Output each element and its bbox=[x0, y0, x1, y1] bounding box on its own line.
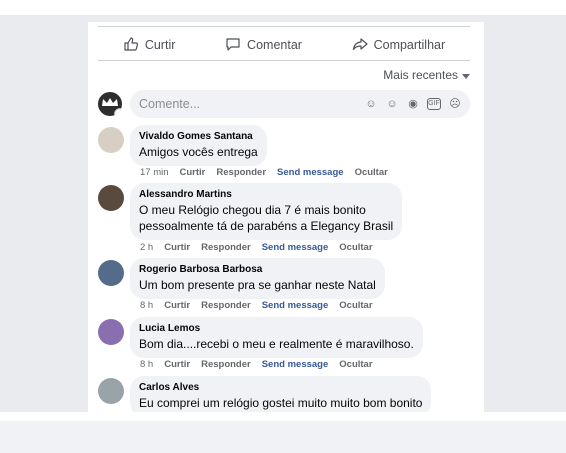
comment-time[interactable]: 8 h bbox=[140, 359, 153, 370]
sticker-icon[interactable]: ☹ bbox=[448, 97, 462, 111]
thumbs-up-icon bbox=[123, 36, 139, 55]
like-button[interactable]: Curtir bbox=[123, 36, 176, 55]
commenter-name[interactable]: Alessandro Martins bbox=[139, 188, 393, 202]
avatar[interactable] bbox=[98, 185, 124, 211]
comment-reply-link[interactable]: Responder bbox=[216, 167, 266, 178]
comment-item: Carlos Alves Eu comprei um relógio goste… bbox=[98, 376, 470, 412]
share-label: Compartilhar bbox=[373, 38, 446, 52]
comment-bubble: Alessandro Martins O meu Relógio chegou … bbox=[130, 183, 403, 240]
current-user-avatar[interactable] bbox=[98, 92, 122, 116]
sort-dropdown[interactable]: Mais recentes bbox=[383, 68, 470, 82]
avatar-sticker-icon[interactable]: ☺ bbox=[364, 97, 378, 111]
comment-meta: 17 min Curtir Responder Send message Ocu… bbox=[140, 167, 388, 178]
comment-like-link[interactable]: Curtir bbox=[164, 300, 190, 311]
hide-comment-link[interactable]: Ocultar bbox=[339, 242, 372, 253]
comment-meta: 8 h Curtir Responder Send message Oculta… bbox=[140, 300, 373, 311]
send-message-link[interactable]: Send message bbox=[262, 300, 329, 311]
comment-time[interactable]: 2 h bbox=[140, 242, 153, 253]
comment-placeholder: Comente... bbox=[139, 97, 201, 111]
share-button[interactable]: Compartilhar bbox=[352, 36, 446, 55]
avatar-badge bbox=[114, 108, 122, 116]
comment-text: pessoalmente tá de parabéns a Elegancy B… bbox=[139, 219, 394, 233]
avatar[interactable] bbox=[98, 127, 124, 153]
comment-text: Eu comprei um relógio gostei muito muito… bbox=[139, 396, 423, 410]
comment-bubble: Rogerio Barbosa Barbosa Um bom presente … bbox=[130, 258, 385, 299]
sort-label: Mais recentes bbox=[383, 68, 458, 82]
emoji-icon[interactable]: ☺ bbox=[385, 97, 399, 111]
commenter-name[interactable]: Rogerio Barbosa Barbosa bbox=[139, 263, 376, 277]
commenter-name[interactable]: Lucia Lemos bbox=[139, 322, 414, 336]
comment-time[interactable]: 8 h bbox=[140, 300, 153, 311]
comment-text: O meu Relógio chegou dia 7 é mais bonito bbox=[139, 203, 366, 217]
comment-text: Bom dia....recebi o meu e realmente é ma… bbox=[139, 337, 414, 351]
crown-logo-icon bbox=[102, 98, 118, 106]
hide-comment-link[interactable]: Ocultar bbox=[339, 359, 372, 370]
hide-comment-link[interactable]: Ocultar bbox=[339, 300, 372, 311]
comment-item: Rogerio Barbosa Barbosa Um bom presente … bbox=[98, 258, 470, 316]
chevron-down-icon bbox=[462, 73, 470, 79]
comment-reply-link[interactable]: Responder bbox=[201, 300, 251, 311]
comment-reply-link[interactable]: Responder bbox=[201, 242, 251, 253]
gif-icon[interactable]: GIF bbox=[427, 98, 441, 110]
comment-text: Um bom presente pra se ganhar neste Nata… bbox=[139, 278, 376, 292]
comment-bubble: Lucia Lemos Bom dia....recebi o meu e re… bbox=[130, 317, 423, 358]
comment-composer: Comente... ☺ ☺ ◉ GIF ☹ bbox=[98, 90, 470, 118]
comment-item: Alessandro Martins O meu Relógio chegou … bbox=[98, 183, 470, 259]
bottom-bar bbox=[0, 412, 566, 421]
like-label: Curtir bbox=[144, 38, 176, 52]
send-message-link[interactable]: Send message bbox=[277, 167, 344, 178]
avatar[interactable] bbox=[98, 378, 124, 404]
composer-icons: ☺ ☺ ◉ GIF ☹ bbox=[364, 97, 462, 111]
comment-like-link[interactable]: Curtir bbox=[164, 242, 190, 253]
post-actions-bar: Curtir Comentar Compartilhar bbox=[98, 32, 470, 58]
comment-item: Vivaldo Gomes Santana Amigos vocês entre… bbox=[98, 125, 470, 185]
hide-comment-link[interactable]: Ocultar bbox=[355, 167, 388, 178]
divider-actions bbox=[98, 60, 470, 61]
avatar[interactable] bbox=[98, 260, 124, 286]
camera-icon[interactable]: ◉ bbox=[406, 97, 420, 111]
footer-area bbox=[0, 421, 566, 453]
post-comments-card: Curtir Comentar Compartilhar Mais recent… bbox=[88, 22, 484, 412]
commenter-name[interactable]: Vivaldo Gomes Santana bbox=[139, 130, 258, 144]
comment-time[interactable]: 17 min bbox=[140, 167, 169, 178]
comment-label: Comentar bbox=[247, 38, 302, 52]
comment-item: Lucia Lemos Bom dia....recebi o meu e re… bbox=[98, 317, 470, 375]
comment-meta: 2 h Curtir Responder Send message Oculta… bbox=[140, 242, 373, 253]
top-bar bbox=[0, 0, 566, 15]
comment-reply-link[interactable]: Responder bbox=[201, 359, 251, 370]
share-arrow-icon bbox=[352, 36, 368, 55]
comment-button[interactable]: Comentar bbox=[225, 36, 302, 55]
avatar[interactable] bbox=[98, 319, 124, 345]
send-message-link[interactable]: Send message bbox=[262, 359, 329, 370]
comment-like-link[interactable]: Curtir bbox=[164, 359, 190, 370]
comment-text: Amigos vocês entrega bbox=[139, 145, 258, 159]
send-message-link[interactable]: Send message bbox=[262, 242, 329, 253]
comment-like-link[interactable]: Curtir bbox=[180, 167, 206, 178]
speech-bubble-icon bbox=[225, 36, 241, 55]
comment-input[interactable]: Comente... ☺ ☺ ◉ GIF ☹ bbox=[130, 90, 470, 118]
divider-top bbox=[98, 26, 470, 27]
comment-meta: 8 h Curtir Responder Send message Oculta… bbox=[140, 359, 373, 370]
commenter-name[interactable]: Carlos Alves bbox=[139, 381, 422, 395]
comment-bubble: Carlos Alves Eu comprei um relógio goste… bbox=[130, 376, 432, 412]
comment-bubble: Vivaldo Gomes Santana Amigos vocês entre… bbox=[130, 125, 267, 166]
